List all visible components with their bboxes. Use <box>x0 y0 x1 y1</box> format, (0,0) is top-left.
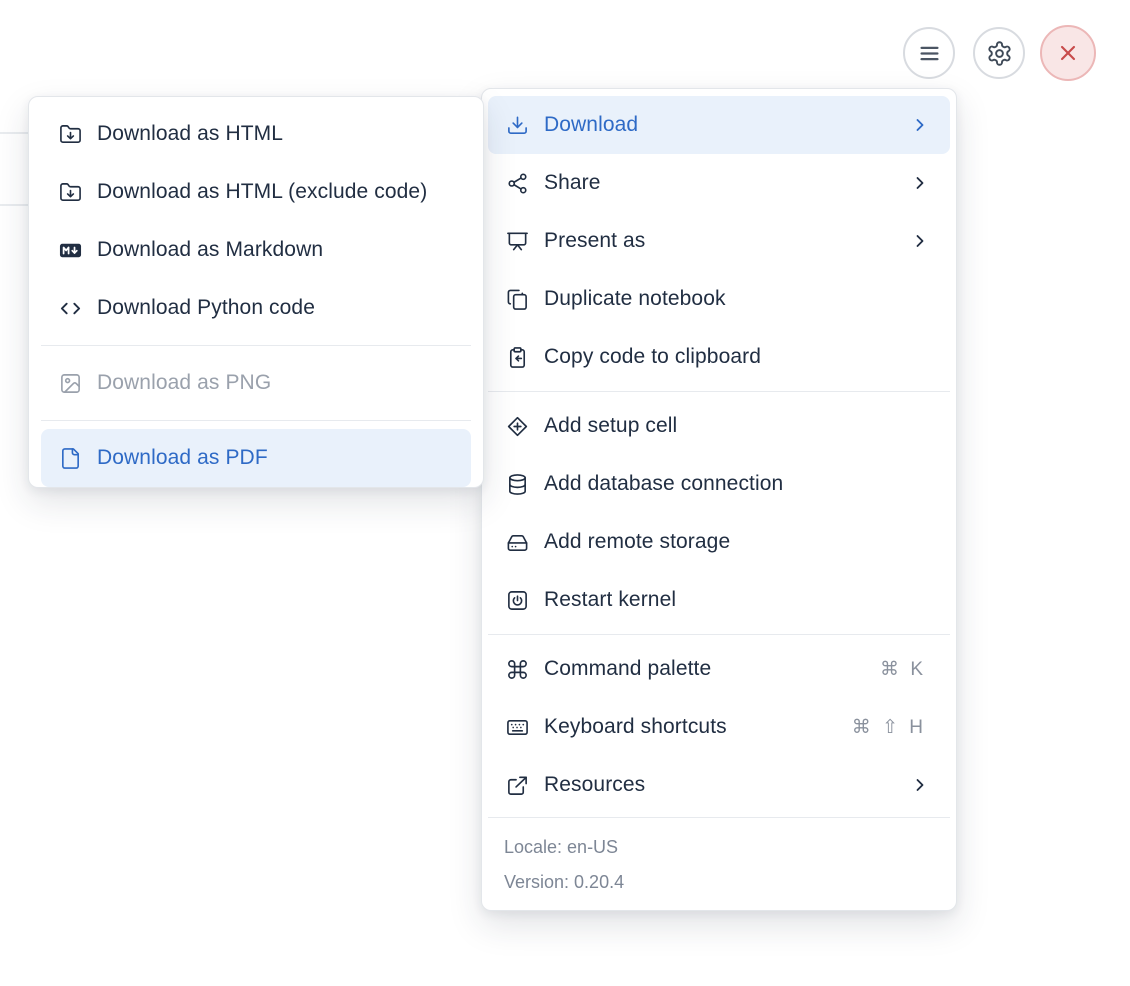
menu-item-label: Download Python code <box>97 296 315 319</box>
menu-divider <box>488 391 950 392</box>
version-text: Version: 0.20.4 <box>504 871 625 892</box>
menu-item-share[interactable]: Share <box>488 154 950 212</box>
image-icon <box>59 372 82 395</box>
download-icon <box>506 114 529 137</box>
hard-drive-icon <box>506 531 529 554</box>
menu-item-download[interactable]: Download <box>488 96 950 154</box>
menu-item-label: Download as PNG <box>97 371 272 394</box>
menu-item-copy-code-to-clipboard[interactable]: Copy code to clipboard <box>488 328 950 386</box>
menu-item-label: Add database connection <box>544 472 784 495</box>
menu-item-download-as-png: Download as PNG <box>41 354 471 412</box>
shortcut-hint: ⌘ ⇧ H <box>851 716 926 738</box>
share-icon <box>506 172 529 195</box>
shortcut-hint: ⌘ K <box>880 658 926 680</box>
hamburger-icon <box>919 46 939 60</box>
menu-item-label: Keyboard shortcuts <box>544 715 727 738</box>
menu-item-resources[interactable]: Resources <box>488 756 950 814</box>
keyboard-icon <box>506 716 529 739</box>
menu-item-label: Add setup cell <box>544 414 678 437</box>
menu-item-duplicate-notebook[interactable]: Duplicate notebook <box>488 270 950 328</box>
external-link-icon <box>506 774 529 797</box>
menu-footer: Locale: en-US Version: 0.20.4 <box>488 816 950 910</box>
menu-item-download-python-code[interactable]: Download Python code <box>41 279 471 337</box>
menu-item-label: Command palette <box>544 657 712 680</box>
database-icon <box>506 473 529 496</box>
chevron-right-icon <box>910 115 930 135</box>
notebook-actions-menu: Download Share Present as Duplicate note… <box>481 88 957 911</box>
menu-item-label: Download as HTML (exclude code) <box>97 180 428 203</box>
menu-divider <box>488 634 950 635</box>
menu-item-add-setup-cell[interactable]: Add setup cell <box>488 397 950 455</box>
locale-text: Locale: en-US <box>504 836 619 857</box>
menu-item-label: Duplicate notebook <box>544 287 726 310</box>
menu-item-label: Resources <box>544 773 646 796</box>
code-icon <box>59 297 82 320</box>
menu-item-label: Download as PDF <box>97 446 268 469</box>
clipboard-arrow-icon <box>506 346 529 369</box>
close-button[interactable] <box>1040 25 1096 81</box>
menu-item-label: Restart kernel <box>544 588 677 611</box>
background-cell-border <box>0 204 29 206</box>
menu-item-label: Download <box>544 113 639 136</box>
menu-item-label: Present as <box>544 229 646 252</box>
markdown-icon <box>59 239 82 262</box>
close-icon <box>1060 45 1076 61</box>
chevron-right-icon <box>910 173 930 193</box>
menu-item-keyboard-shortcuts[interactable]: Keyboard shortcuts ⌘ ⇧ H <box>488 698 950 756</box>
command-icon <box>506 658 529 681</box>
menu-item-download-as-html[interactable]: Download as HTML <box>41 105 471 163</box>
chevron-right-icon <box>910 775 930 795</box>
copy-pages-icon <box>506 288 529 311</box>
gear-icon <box>987 40 1011 66</box>
settings-button[interactable] <box>973 27 1025 79</box>
menu-item-present-as[interactable]: Present as <box>488 212 950 270</box>
menu-item-label: Download as Markdown <box>97 238 324 261</box>
file-icon <box>59 447 82 470</box>
menu-item-label: Add remote storage <box>544 530 731 553</box>
menu-item-label: Download as HTML <box>97 122 284 145</box>
power-square-icon <box>506 589 529 612</box>
hamburger-menu-button[interactable] <box>903 27 955 79</box>
menu-item-download-as-html-exclude-code[interactable]: Download as HTML (exclude code) <box>41 163 471 221</box>
menu-item-add-remote-storage[interactable]: Add remote storage <box>488 513 950 571</box>
background-cell-border <box>0 132 29 134</box>
menu-item-restart-kernel[interactable]: Restart kernel <box>488 571 950 629</box>
download-submenu: Download as HTML Download as HTML (exclu… <box>28 96 484 488</box>
menu-item-command-palette[interactable]: Command palette ⌘ K <box>488 640 950 698</box>
menu-item-add-database-connection[interactable]: Add database connection <box>488 455 950 513</box>
folder-download-icon <box>59 123 82 146</box>
menu-item-download-as-pdf[interactable]: Download as PDF <box>41 429 471 487</box>
chevron-right-icon <box>910 231 930 251</box>
presentation-icon <box>506 230 529 253</box>
diamond-plus-icon <box>506 415 529 438</box>
menu-divider <box>41 345 471 346</box>
menu-item-label: Share <box>544 171 601 194</box>
folder-download-icon <box>59 181 82 204</box>
menu-divider <box>41 420 471 421</box>
menu-item-download-as-markdown[interactable]: Download as Markdown <box>41 221 471 279</box>
menu-item-label: Copy code to clipboard <box>544 345 761 368</box>
